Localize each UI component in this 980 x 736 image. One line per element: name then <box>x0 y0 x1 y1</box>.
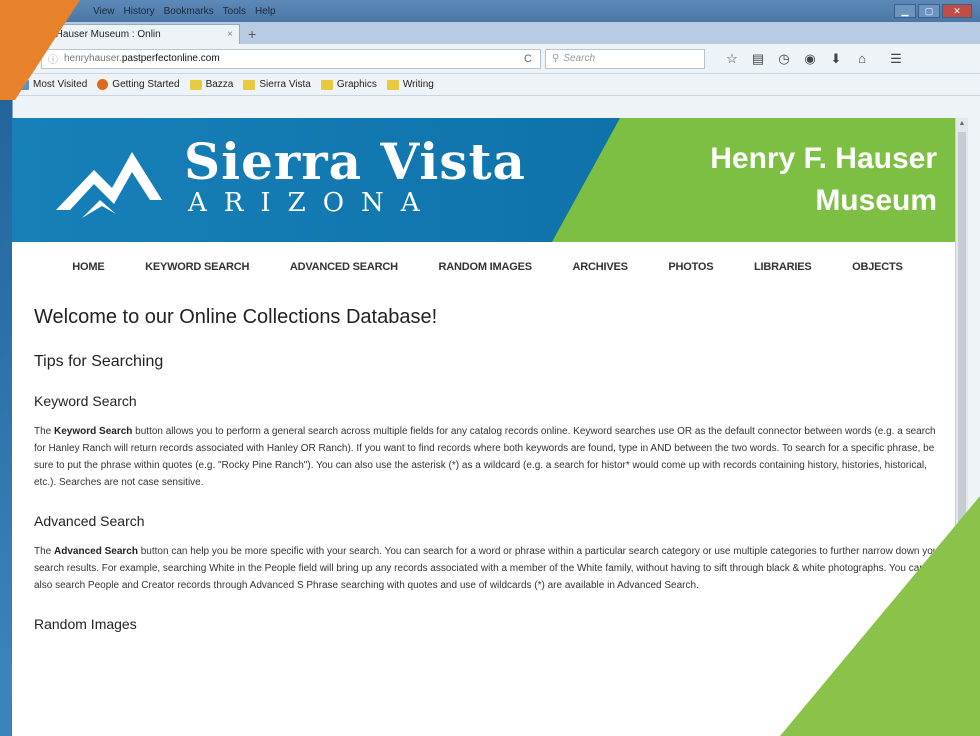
bookmark-label: Getting Started <box>112 79 180 90</box>
pocket-icon[interactable]: ◉ <box>797 51 823 67</box>
menu-bookmarks[interactable]: Bookmarks <box>164 6 214 17</box>
nav-objects[interactable]: OBJECTS <box>852 261 903 273</box>
menu-help[interactable]: Help <box>255 6 276 17</box>
url-domain: pastperfectonline.com <box>121 53 220 64</box>
folder-icon <box>386 79 399 90</box>
site-banner: Sierra Vista ARIZONA Henry F. Hauser Mus… <box>12 118 967 242</box>
para-bold: Advanced Search <box>54 546 138 557</box>
bookmark-label: Writing <box>402 79 434 90</box>
advanced-search-paragraph: The Advanced Search button can help you … <box>34 543 945 594</box>
menu-bar: View History Bookmarks Tools Help ▁ ▢ ✕ <box>13 0 980 22</box>
bookmark-folder-bazza[interactable]: Bazza <box>189 79 234 90</box>
city-title: Sierra Vista <box>184 132 526 191</box>
bookmark-label: Most Visited <box>33 79 88 90</box>
bookmark-folder-graphics[interactable]: Graphics <box>320 79 377 90</box>
folder-icon <box>243 79 256 90</box>
para-bold: Keyword Search <box>54 426 133 437</box>
reload-icon[interactable]: C <box>524 53 532 65</box>
state-subtitle: ARIZONA <box>188 188 437 218</box>
bookmark-label: Graphics <box>336 79 377 90</box>
mountain-logo-icon <box>56 152 162 218</box>
tab-strip: ry F. Hauser Museum : Onlin × + <box>13 22 980 44</box>
hamburger-menu-icon[interactable]: ☰ <box>883 51 909 67</box>
page-viewport: Sierra Vista ARIZONA Henry F. Hauser Mus… <box>12 118 967 736</box>
close-window-button[interactable]: ✕ <box>942 4 972 18</box>
download-icon[interactable]: ⬇ <box>823 51 849 67</box>
page-title: Welcome to our Online Collections Databa… <box>34 306 438 328</box>
home-icon[interactable]: ⌂ <box>849 51 875 67</box>
search-icon: ⚲ <box>552 53 560 64</box>
random-images-heading: Random Images <box>34 616 137 632</box>
keyword-search-paragraph: The Keyword Search button allows you to … <box>34 423 945 491</box>
minimize-button[interactable]: ▁ <box>894 4 916 18</box>
navigation-toolbar: ◀ ⓘ henryhauser.pastperfectonline.com C … <box>13 44 980 74</box>
nav-libraries[interactable]: LIBRARIES <box>754 261 812 273</box>
bookmark-label: Bazza <box>205 79 234 90</box>
folder-icon <box>189 79 202 90</box>
nav-advanced-search[interactable]: ADVANCED SEARCH <box>290 261 398 273</box>
search-input[interactable]: ⚲ Search <box>545 48 705 69</box>
para-prefix: The <box>34 426 55 437</box>
tips-heading: Tips for Searching <box>34 353 164 370</box>
new-tab-button[interactable]: + <box>248 26 256 42</box>
url-prefix: henryhauser. <box>64 53 122 64</box>
menu-history[interactable]: History <box>124 6 155 17</box>
reader-list-icon[interactable]: ▤ <box>745 51 771 67</box>
bookmark-getting-started[interactable]: Getting Started <box>97 79 180 90</box>
menu-view[interactable]: View <box>93 6 115 17</box>
keyword-search-heading: Keyword Search <box>34 393 137 409</box>
page-content: Welcome to our Online Collections Databa… <box>12 306 967 632</box>
menu-tools[interactable]: Tools <box>223 6 246 17</box>
history-clock-icon[interactable]: ◷ <box>771 51 797 67</box>
maximize-button[interactable]: ▢ <box>918 4 940 18</box>
bookmark-folder-sierra-vista[interactable]: Sierra Vista <box>243 79 311 90</box>
museum-name-line2: Museum <box>815 184 937 217</box>
museum-name-line1: Henry F. Hauser <box>710 142 937 175</box>
bookmarks-toolbar: Most Visited Getting Started Bazza Sierr… <box>13 74 980 96</box>
advanced-search-heading: Advanced Search <box>34 513 145 529</box>
scroll-up-icon[interactable]: ▲ <box>956 118 968 130</box>
folder-icon <box>320 79 333 90</box>
firefox-icon <box>97 79 109 90</box>
nav-photos[interactable]: PHOTOS <box>668 261 713 273</box>
para-text: button can help you be more specific wit… <box>34 546 942 591</box>
bookmark-label: Sierra Vista <box>259 79 311 90</box>
search-placeholder: Search <box>563 53 596 64</box>
nav-home[interactable]: HOME <box>72 261 104 273</box>
window-controls: ▁ ▢ ✕ <box>892 4 972 18</box>
nav-archives[interactable]: ARCHIVES <box>572 261 627 273</box>
bookmark-folder-writing[interactable]: Writing <box>386 79 434 90</box>
nav-random-images[interactable]: RANDOM IMAGES <box>439 261 533 273</box>
bookmark-star-icon[interactable]: ☆ <box>719 51 745 67</box>
tab-close-icon[interactable]: × <box>227 29 233 40</box>
toolbar-icons: ☆ ▤ ◷ ◉ ⬇ ⌂ ☰ <box>719 51 909 67</box>
url-bar[interactable]: ⓘ henryhauser. pastperfectonline.com C <box>41 48 541 69</box>
site-navigation: HOME KEYWORD SEARCH ADVANCED SEARCH RAND… <box>12 242 967 292</box>
para-prefix: The <box>34 546 55 557</box>
nav-keyword-search[interactable]: KEYWORD SEARCH <box>145 261 249 273</box>
site-info-icon[interactable]: ⓘ <box>48 51 58 66</box>
para-text: button allows you to perform a general s… <box>34 426 936 488</box>
